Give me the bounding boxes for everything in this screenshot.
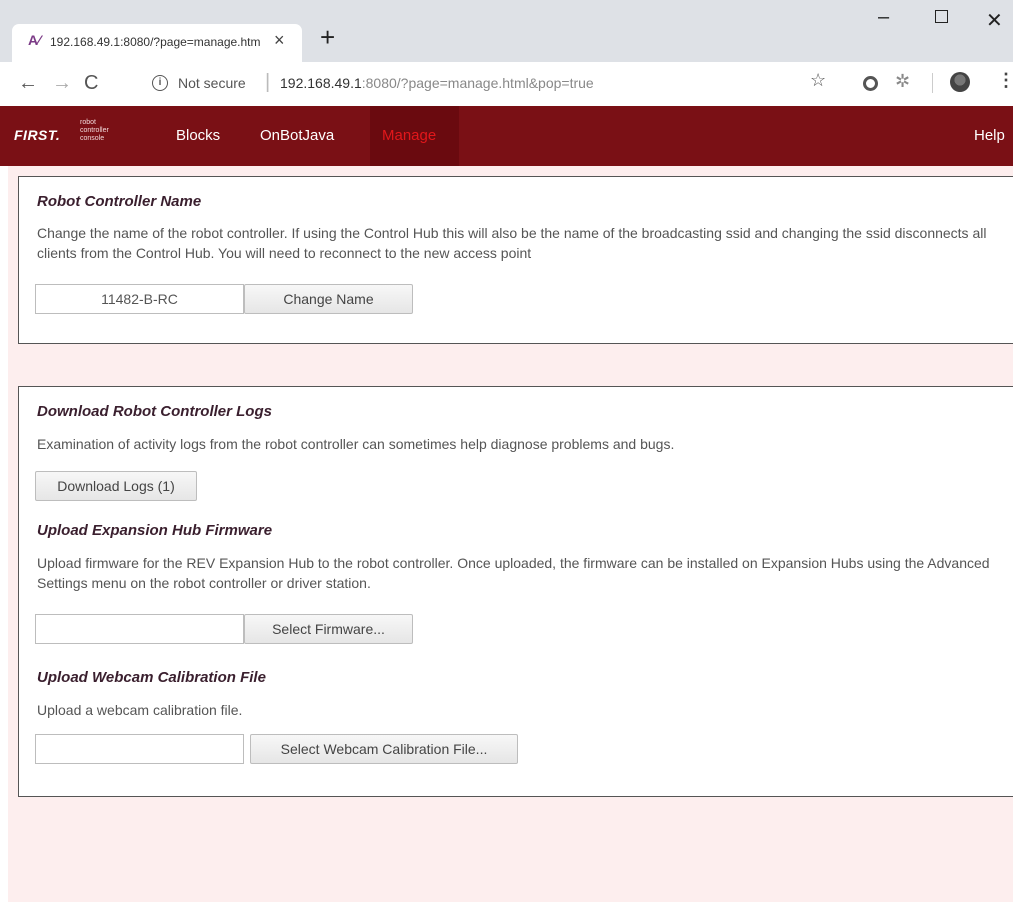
first-favicon-icon: A⁄ <box>28 32 41 48</box>
url-separator: | <box>265 71 271 93</box>
maximize-icon[interactable] <box>935 10 948 23</box>
rc-name-description: Change the name of the robot controller.… <box>37 225 987 261</box>
rc-name-panel: Robot Controller Name Change the name of… <box>18 176 1013 344</box>
nav-blocks[interactable]: Blocks <box>164 106 232 166</box>
url-omnibox[interactable]: i Not secure | 192.168.49.1:8080/?page=m… <box>130 66 850 100</box>
nav-onbotjava[interactable]: OnBotJava <box>248 106 346 166</box>
nav-manage[interactable]: Manage <box>370 106 459 166</box>
webcam-file-input[interactable] <box>35 734 244 764</box>
url-text[interactable]: 192.168.49.1:8080/?page=manage.html&pop=… <box>280 75 594 91</box>
select-webcam-file-button[interactable]: Select Webcam Calibration File... <box>250 734 518 764</box>
firmware-file-input[interactable] <box>35 614 244 644</box>
new-tab-button[interactable]: + <box>320 22 335 53</box>
brand-first: FIRST. <box>14 127 61 143</box>
back-arrow-icon[interactable]: ← <box>18 72 38 95</box>
webcam-title: Upload Webcam Calibration File <box>37 669 266 686</box>
download-logs-button[interactable]: Download Logs (1) <box>35 471 197 501</box>
webcam-description: Upload a webcam calibration file. <box>37 702 243 718</box>
address-bar: ← → C i Not secure | 192.168.49.1:8080/?… <box>0 62 1013 107</box>
url-host: 192.168.49.1 <box>280 75 362 91</box>
minimize-icon[interactable]: – <box>878 6 889 29</box>
bookmark-star-icon[interactable]: ☆ <box>810 70 826 91</box>
reload-icon[interactable]: C <box>84 72 98 95</box>
nav-help[interactable]: Help <box>974 106 1005 166</box>
brand-sub-line: controller <box>80 127 109 134</box>
menu-kebab-icon[interactable]: ⋮ <box>997 70 1013 91</box>
url-path: :8080/?page=manage.html&pop=true <box>361 75 594 91</box>
change-name-button[interactable]: Change Name <box>244 284 413 314</box>
firmware-title: Upload Expansion Hub Firmware <box>37 522 273 539</box>
toolbar-divider <box>932 73 933 93</box>
forward-arrow-icon[interactable]: → <box>52 72 72 95</box>
rc-name-input[interactable] <box>35 284 244 314</box>
security-label: Not secure <box>178 75 246 91</box>
browser-tabstrip: A⁄ 192.168.49.1:8080/?page=manage.html&p… <box>0 0 1013 62</box>
brand-sub-line: console <box>80 135 105 142</box>
tab-close-icon[interactable]: × <box>274 30 285 51</box>
window-close-icon[interactable]: ✕ <box>986 8 1003 33</box>
select-firmware-button[interactable]: Select Firmware... <box>244 614 413 644</box>
brand-subtitle: robot controller console <box>80 119 130 143</box>
manage-content: Robot Controller Name Change the name of… <box>8 166 1013 902</box>
tab-title: 192.168.49.1:8080/?page=manage.html&pop=… <box>50 35 260 49</box>
firmware-description: Upload firmware for the REV Expansion Hu… <box>37 555 990 591</box>
app-navbar: FIRST. robot controller console Blocks O… <box>0 106 1013 166</box>
logs-title: Download Robot Controller Logs <box>37 403 272 420</box>
logs-firmware-panel: Download Robot Controller Logs Examinati… <box>18 386 1013 797</box>
extension-circle-icon[interactable] <box>863 76 878 91</box>
browser-tab[interactable]: A⁄ 192.168.49.1:8080/?page=manage.html&p… <box>12 24 302 62</box>
brand-sub-line: robot <box>80 119 96 126</box>
logs-description: Examination of activity logs from the ro… <box>37 436 675 452</box>
rc-name-title: Robot Controller Name <box>37 193 202 210</box>
extension-gear-icon[interactable]: ✲ <box>895 71 910 92</box>
info-icon[interactable]: i <box>152 75 168 91</box>
profile-avatar[interactable] <box>950 72 970 92</box>
